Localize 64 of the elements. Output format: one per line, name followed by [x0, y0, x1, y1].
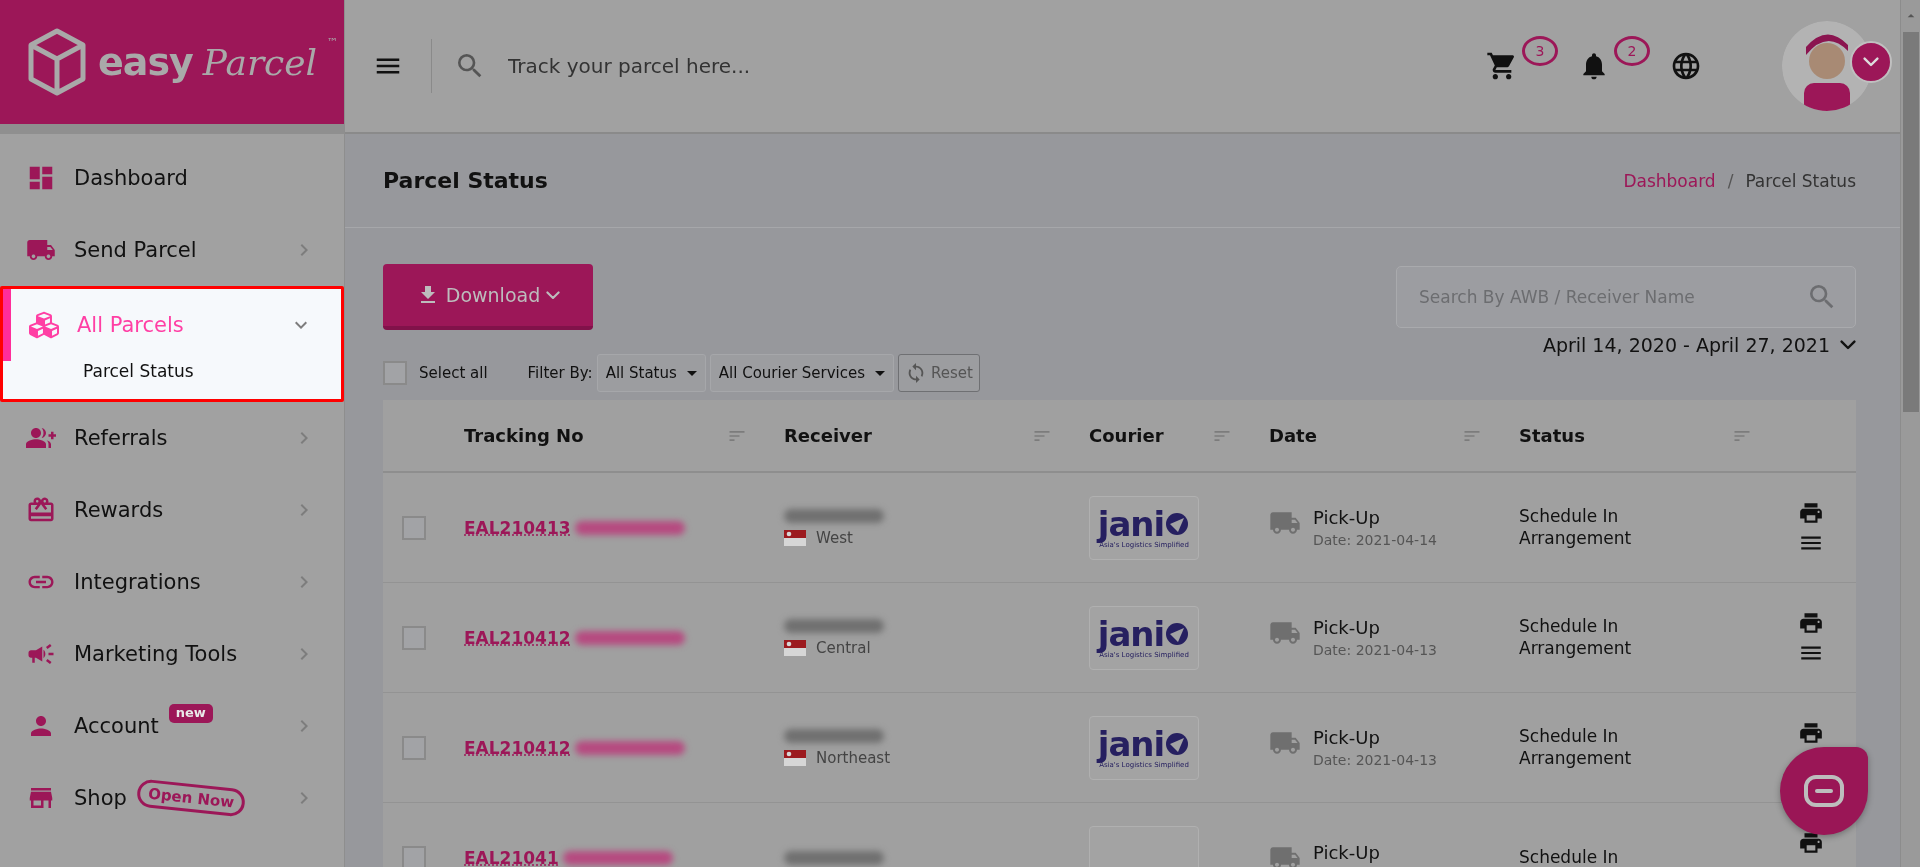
page-title: Parcel Status — [383, 168, 548, 193]
filter-select[interactable]: All Status — [596, 354, 706, 392]
column-header: Tracking No — [464, 425, 584, 446]
column-header: Status — [1519, 425, 1585, 446]
row-checkbox[interactable] — [402, 845, 426, 867]
chevron-down-icon — [1863, 57, 1879, 67]
pickup-type: Pick-Up — [1313, 507, 1381, 528]
cubes-icon — [29, 310, 59, 340]
column-header: Receiver — [784, 425, 872, 446]
sidebar-item[interactable]: Marketing Tools — [0, 618, 344, 690]
row-checkbox[interactable] — [402, 515, 426, 540]
parcel-status: Schedule In Arrangement — [1519, 616, 1633, 659]
cube-logo-icon — [26, 27, 88, 97]
cart-count-badge: 3 — [1522, 36, 1558, 66]
scrollbar-thumb[interactable] — [1902, 32, 1919, 412]
promo-badge: Open Now — [135, 778, 247, 818]
sidebar-item[interactable]: Integrations — [0, 546, 344, 618]
date-range-picker[interactable]: April 14, 2020 - April 27, 2021 — [1542, 334, 1856, 356]
flag-icon — [784, 639, 806, 656]
receiver-region: West — [816, 528, 853, 547]
globe-icon[interactable] — [1670, 50, 1702, 82]
column-header: Courier — [1089, 425, 1164, 446]
sidebar-item[interactable]: Shop Open Now — [0, 762, 344, 834]
row-checkbox[interactable] — [402, 735, 426, 760]
pickup-type: Pick-Up — [1313, 841, 1380, 863]
download-button[interactable]: Download — [383, 264, 593, 330]
filter-label: Filter By: — [527, 364, 593, 382]
flag-icon — [784, 749, 806, 766]
notification-count-badge: 2 — [1614, 36, 1650, 66]
parcel-status: Schedule In — [1519, 846, 1620, 867]
chevron-down-icon — [546, 290, 561, 300]
breadcrumb-current: Parcel Status — [1745, 170, 1856, 191]
breadcrumb-separator: / — [1727, 170, 1734, 191]
sidebar-item[interactable]: Account new — [0, 690, 344, 762]
parcel-status: Schedule In Arrangement — [1519, 506, 1633, 549]
chevron-down-icon — [1840, 340, 1856, 350]
sidebar-item[interactable]: Referrals — [0, 402, 344, 474]
pickup-date: Date: 2021-04-13 — [1313, 752, 1437, 768]
profile-dropdown-button[interactable] — [1850, 41, 1892, 83]
pickup-date: Date: 2021-04-13 — [1313, 642, 1437, 658]
sidebar-item[interactable]: Rewards — [0, 474, 344, 546]
flag-icon — [784, 529, 806, 546]
pickup-date: Date: 2021-04-14 — [1313, 532, 1437, 548]
pickup-type: Pick-Up — [1313, 617, 1381, 638]
dropdown-caret-icon — [686, 370, 697, 376]
logo-text: easy — [98, 40, 193, 84]
new-badge: new — [168, 704, 213, 723]
submenu-item[interactable]: Parcel Status — [3, 361, 341, 399]
sidebar-item[interactable]: Dashboard — [0, 142, 344, 214]
filter-select[interactable]: All Courier Services — [709, 354, 895, 392]
chat-icon — [1804, 775, 1844, 807]
parcel-status: Schedule In Arrangement — [1519, 726, 1633, 769]
select-all-label: Select all — [419, 364, 488, 382]
row-checkbox[interactable] — [402, 625, 426, 650]
receiver-region: Northeast — [816, 748, 891, 767]
dropdown-caret-icon — [875, 370, 886, 376]
trademark-mark: ™ — [327, 36, 339, 49]
receiver-region: Central — [816, 638, 871, 657]
select-all-checkbox[interactable] — [383, 361, 407, 385]
track-search-field[interactable]: Track your parcel here... — [506, 53, 1006, 79]
sidebar-item[interactable]: Send Parcel — [0, 214, 344, 286]
pickup-type: Pick-Up — [1313, 727, 1381, 748]
logo-script-text: Parcel — [202, 41, 318, 83]
column-header: Date — [1269, 425, 1317, 446]
